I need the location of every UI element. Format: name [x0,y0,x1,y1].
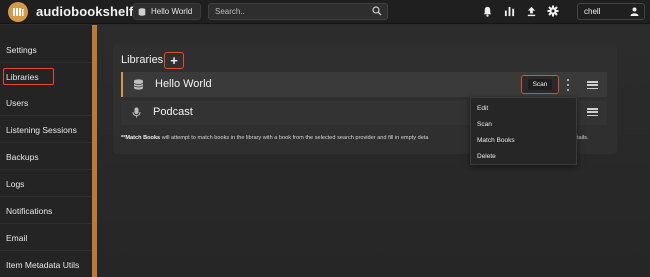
note-bold: **Match Books [121,135,161,141]
gear-icon[interactable] [547,5,559,17]
drag-handle-icon[interactable] [587,108,598,116]
scan-button-label: Scan [527,79,553,90]
menu-item-delete[interactable]: Delete [477,153,496,160]
microphone-icon [132,107,141,118]
menu-item-scan[interactable]: Scan [477,121,492,128]
app-logo-icon[interactable] [8,2,28,22]
library-name: Hello World [155,78,212,90]
menu-item-match-books[interactable]: Match Books [477,137,515,144]
drag-handle-icon[interactable] [587,81,598,89]
bell-icon[interactable] [481,5,493,17]
sidebar-item-backups[interactable]: Backups [0,144,92,170]
sidebar-item-logs[interactable]: Logs [0,171,92,197]
search-icon[interactable] [372,6,382,16]
sidebar: Settings Libraries Users Listening Sessi… [0,25,92,277]
stats-icon[interactable] [503,5,515,17]
sidebar-item-email[interactable]: Email [0,225,92,251]
sidebar-item-listening-sessions[interactable]: Listening Sessions [0,117,92,143]
add-library-button[interactable]: + [164,52,184,69]
sidebar-item-users[interactable]: Users [0,90,92,116]
scan-button[interactable]: Scan [521,75,559,94]
library-select-label: Hello World [151,7,193,16]
database-icon [138,7,146,16]
page-title: Libraries [121,54,164,66]
database-icon [133,79,144,90]
upload-icon[interactable] [525,5,537,17]
library-name: Podcast [153,106,193,118]
note-text: will attempt to match books in the libra… [160,135,429,141]
app-title[interactable]: audiobookshelf [36,4,133,19]
sidebar-item-libraries[interactable]: Libraries [2,67,55,86]
sidebar-item-item-metadata-utils[interactable]: Item Metadata Utils [0,252,92,277]
more-options-icon[interactable] [565,79,571,91]
sidebar-item-notifications[interactable]: Notifications [0,198,92,224]
search-input[interactable] [208,3,388,20]
note-tail: tails. [577,135,589,141]
user-menu-button[interactable]: chell [577,3,645,20]
library-options-menu: Edit Scan Match Books Delete [470,97,577,165]
username: chell [584,7,601,16]
sidebar-item-settings[interactable]: Settings [0,37,92,63]
menu-item-edit[interactable]: Edit [477,105,488,112]
user-icon [630,7,639,16]
library-select[interactable]: Hello World [133,3,201,20]
